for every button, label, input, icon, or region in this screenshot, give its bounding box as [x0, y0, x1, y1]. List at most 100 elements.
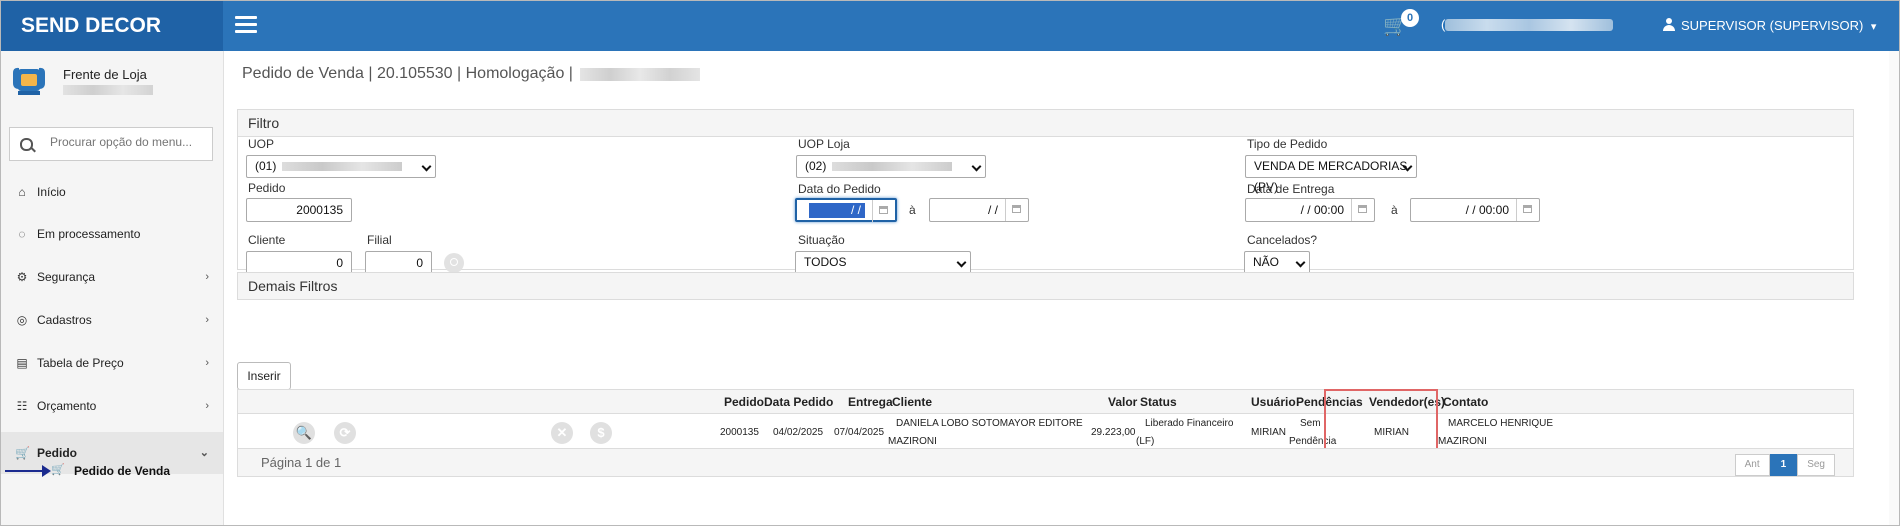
cancelados-label: Cancelados? [1247, 233, 1318, 247]
other-filters-header[interactable]: Demais Filtros [237, 272, 1854, 300]
scrollbar[interactable] [1889, 51, 1899, 525]
uop-loja-select[interactable]: (02) [796, 155, 986, 178]
calendar-icon[interactable] [1005, 199, 1028, 221]
col-entrega[interactable]: Entrega [848, 395, 893, 409]
chevron-right-icon: › [205, 314, 209, 326]
col-pedido[interactable]: Pedido [724, 395, 764, 409]
pedido-input[interactable]: 2000135 [246, 198, 352, 222]
chevron-down-icon [421, 161, 432, 172]
cell-cliente-line1: DANIELA LOBO SOTOMAYOR EDITORE [896, 418, 1083, 429]
col-status[interactable]: Status [1140, 395, 1177, 409]
chevron-down-icon [1295, 257, 1306, 268]
cell-status-line1: Liberado Financeiro [1145, 418, 1234, 429]
situacao-value: TODOS [804, 255, 847, 269]
tipo-pedido-select[interactable]: VENDA DE MERCADORIAS (PV) [1245, 155, 1417, 194]
history-icon[interactable]: ⟳ [334, 422, 356, 444]
col-data-pedido[interactable]: Data Pedido [764, 395, 833, 409]
filter-panel: UOP (01) Pedido 2000135 Cliente 0 Filial… [237, 135, 1854, 275]
sidebar-item-label: Segurança [37, 270, 96, 284]
chevron-right-icon: › [205, 357, 209, 369]
col-usuario[interactable]: Usuário [1251, 395, 1296, 409]
data-entrega-to-value: / / 00:00 [1465, 203, 1509, 217]
cell-pedido: 2000135 [720, 427, 759, 438]
cell-pendencias-line1: Sem [1300, 418, 1321, 429]
view-icon[interactable]: 🔍 [293, 422, 315, 444]
sidebar-item-inicio[interactable]: ⌂ Início [1, 171, 223, 213]
col-contato[interactable]: Contato [1443, 395, 1488, 409]
chevron-right-icon: › [205, 271, 209, 283]
sidebar-item-label: Início [37, 185, 66, 199]
menu-toggle-icon[interactable] [235, 16, 257, 34]
situacao-select[interactable]: TODOS [795, 251, 971, 274]
user-icon [1663, 18, 1675, 31]
sidebar-item-em-processamento[interactable]: ◌ Em processamento [1, 213, 223, 255]
search-client-button[interactable] [444, 253, 464, 273]
data-pedido-label: Data do Pedido [798, 182, 881, 196]
range-separator: à [1391, 203, 1398, 217]
tipo-pedido-label: Tipo de Pedido [1247, 137, 1328, 151]
uop-loja-value: (02) [805, 159, 827, 173]
calendar-icon[interactable] [1516, 199, 1539, 221]
pagination-prev[interactable]: Ant [1734, 454, 1770, 476]
store-logo-icon [13, 67, 45, 95]
sidebar-item-seguranca[interactable]: ⚙ Segurança › [1, 256, 223, 298]
sidebar-item-label: Pedido [37, 446, 78, 460]
data-pedido-to-input[interactable]: / / [929, 198, 1029, 222]
col-valor[interactable]: Valor [1108, 395, 1137, 409]
col-cliente[interactable]: Cliente [892, 395, 932, 409]
pointer-arrow-icon [5, 465, 51, 477]
sidebar-item-label: Orçamento [37, 399, 97, 413]
cell-entrega: 07/04/2025 [834, 427, 885, 438]
cliente-label: Cliente [248, 233, 286, 247]
cart-icon: 🛒 [51, 464, 65, 476]
data-entrega-to-input[interactable]: / / 00:00 [1410, 198, 1540, 222]
data-entrega-from-value: / / 00:00 [1300, 203, 1344, 217]
cart-count-badge: 0 [1401, 9, 1419, 27]
sidebar-item-orcamento[interactable]: ☷ Orçamento › [1, 385, 223, 427]
cell-contato-line1: MARCELO HENRIQUE [1448, 418, 1554, 429]
menu-search-input[interactable] [48, 134, 202, 150]
pagination: Ant 1 Seg [1734, 454, 1835, 476]
cancel-icon[interactable]: ✕ [551, 422, 573, 444]
range-separator: à [909, 203, 916, 217]
table-footer: Página 1 de 1 Ant 1 Seg [238, 448, 1853, 476]
brand-logo[interactable]: SEND DECOR [1, 1, 223, 51]
page-title: Pedido de Venda | 20.105530 | Homologaçã… [242, 65, 573, 82]
sidebar: Frente de Loja ⌂ Início ◌ Em processamen… [1, 51, 224, 525]
user-label: SUPERVISOR (SUPERVISOR) [1681, 18, 1864, 33]
pagination-current[interactable]: 1 [1769, 454, 1798, 476]
uop-select[interactable]: (01) [246, 155, 436, 178]
uop-label: UOP [248, 137, 275, 151]
top-bar: 🛒 0 ( SUPERVISOR (SUPERVISOR) ▾ [223, 1, 1899, 51]
cell-data-pedido: 04/02/2025 [773, 427, 824, 438]
menu-search[interactable] [9, 127, 213, 161]
filial-label: Filial [367, 233, 392, 247]
store-sub-redacted [63, 85, 153, 95]
user-menu[interactable]: SUPERVISOR (SUPERVISOR) ▾ [1663, 18, 1876, 33]
uop-loja-redacted [832, 162, 953, 172]
title-redacted [580, 68, 700, 81]
sidebar-subitem-pedido-de-venda[interactable]: 🛒 Pedido de Venda [1, 459, 223, 483]
data-entrega-label: Data de Entrega [1247, 182, 1335, 196]
data-entrega-from-input[interactable]: / / 00:00 [1245, 198, 1375, 222]
filter-panel-header[interactable]: Filtro [237, 109, 1854, 137]
uop-value: (01) [255, 159, 277, 173]
sidebar-item-label: Tabela de Preço [37, 356, 124, 370]
insert-button[interactable]: Inserir [237, 362, 291, 390]
data-pedido-from-input[interactable]: / / [795, 198, 897, 222]
calendar-icon[interactable] [872, 200, 895, 222]
uop-redacted [282, 162, 403, 172]
calendar-icon[interactable] [1351, 199, 1374, 221]
target-icon: ◎ [16, 313, 28, 327]
sidebar-item-cadastros[interactable]: ◎ Cadastros › [1, 299, 223, 341]
pagination-next[interactable]: Seg [1797, 454, 1835, 476]
sidebar-item-tabela-de-preco[interactable]: ▤ Tabela de Preço › [1, 342, 223, 384]
cancelados-value: NÃO [1253, 255, 1280, 269]
money-icon[interactable]: $ [590, 422, 612, 444]
chevron-right-icon: › [205, 400, 209, 412]
sliders-icon: ☷ [16, 399, 28, 413]
uop-loja-label: UOP Loja [798, 137, 850, 151]
cancelados-select[interactable]: NÃO [1244, 251, 1310, 274]
cell-usuario: MIRIAN [1251, 427, 1286, 438]
store-info-redacted [1445, 19, 1613, 31]
